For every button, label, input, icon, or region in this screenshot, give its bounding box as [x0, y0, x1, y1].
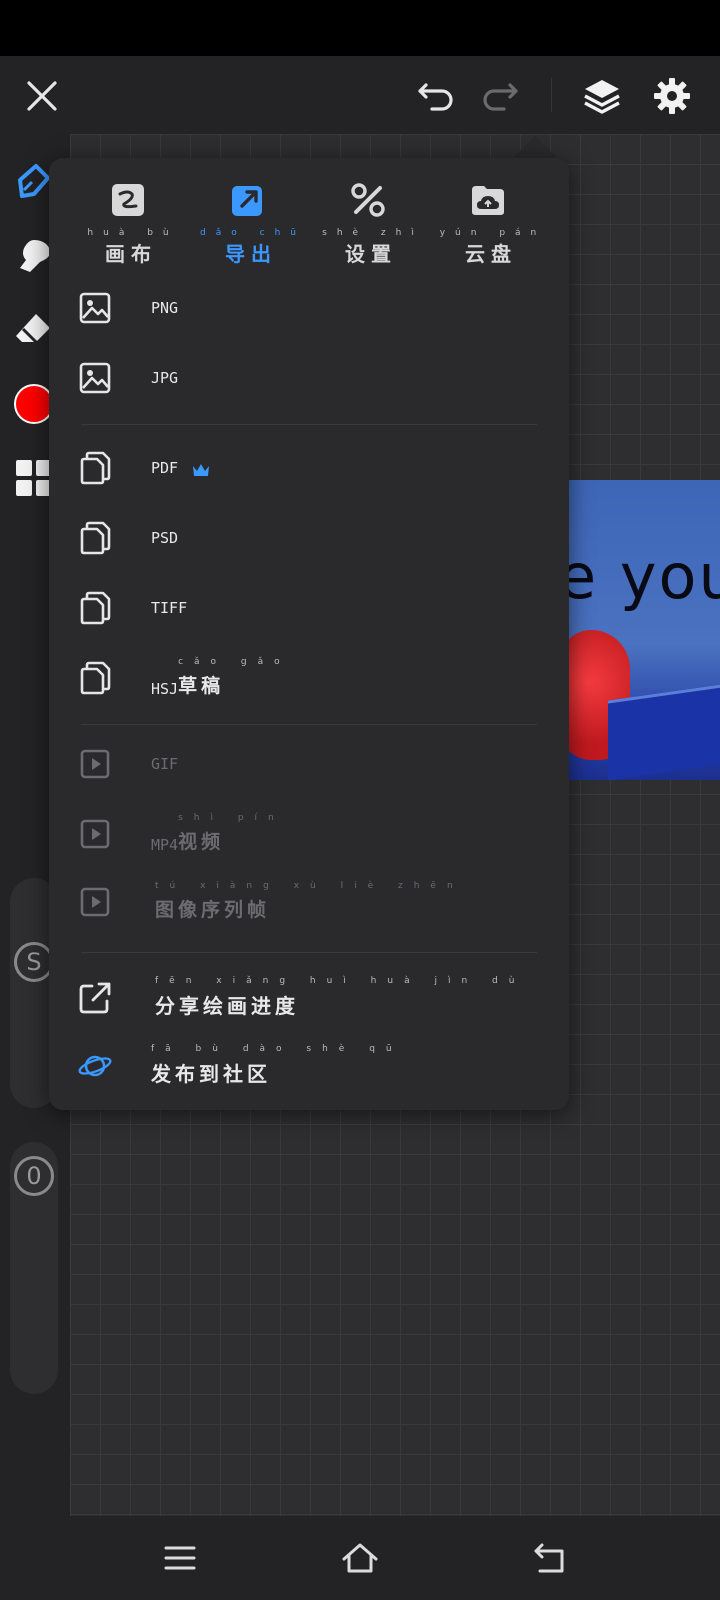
image-icon [79, 362, 111, 394]
tab-export-pinyin: dǎo chū [200, 228, 306, 238]
share-drawing-progress[interactable]: fēn xiǎng huì huà jìn dù 分享绘画进度 [77, 970, 537, 1026]
system-nav-bar [0, 1516, 720, 1600]
tab-settings-pinyin: shè zhì [322, 228, 424, 238]
publish-to-community-label: 发布到社区 [151, 1061, 271, 1086]
top-toolbar [0, 56, 720, 134]
share-drawing-progress-label: 分享绘画进度 [155, 993, 299, 1018]
share-external-icon [79, 982, 111, 1014]
planet-icon [78, 1055, 112, 1077]
play-video-icon [80, 819, 110, 849]
export-menu: huà bù 画布 dǎo chū 导出 shè zhì 设置 yún pán … [49, 158, 569, 1110]
cloud-upload-icon [472, 186, 504, 215]
close-icon [27, 81, 57, 111]
undo-icon [418, 83, 453, 111]
export-image-sequence-label: 图像序列帧 [155, 898, 271, 921]
crown-icon [193, 464, 210, 476]
tab-settings-label: 设置 [345, 242, 397, 266]
tab-cloud[interactable]: yún pán 云盘 [440, 172, 536, 276]
brush-opacity-knob[interactable]: 0 [14, 1156, 54, 1196]
close-button[interactable] [20, 74, 64, 118]
menu-divider [81, 424, 537, 425]
export-image-sequence[interactable]: tú xiàng xù liè zhēn 图像序列帧 [77, 874, 537, 930]
toolbar-divider [551, 78, 552, 112]
play-video-icon [80, 749, 110, 779]
export-pdf[interactable]: PDF [77, 440, 537, 496]
document-copy-icon [80, 591, 111, 625]
export-hsj-pinyin: cǎo gǎo [178, 656, 291, 667]
export-tiff[interactable]: TIFF [77, 580, 537, 636]
play-video-icon [80, 887, 110, 917]
back-icon [534, 1543, 564, 1573]
export-mp4-pinyin: shì pín [178, 812, 285, 823]
canvas-artwork: e you [558, 480, 720, 780]
export-gif-label: GIF [151, 755, 179, 773]
export-mp4-label: 视频 [178, 830, 225, 853]
publish-to-community-pinyin: fā bù dào shè qū [151, 1043, 403, 1054]
export-psd-label: PSD [151, 529, 179, 547]
export-png[interactable]: PNG [77, 280, 537, 336]
menu-divider [81, 724, 537, 725]
export-hsj-prefix: HSJ [151, 679, 179, 698]
layers-button[interactable] [580, 74, 624, 118]
hamburger-menu-icon [164, 1546, 196, 1570]
grid-icon [16, 460, 52, 496]
export-tiff-label: TIFF [151, 599, 188, 617]
tab-canvas-label: 画布 [105, 242, 157, 266]
brush-icon [18, 164, 50, 198]
export-hsj-label: 草稿 [178, 674, 225, 697]
status-bar [0, 0, 720, 56]
document-copy-icon [80, 661, 111, 695]
export-image-sequence-pinyin: tú xiàng xù liè zhēn [155, 880, 464, 891]
home-nav-button[interactable] [338, 1536, 382, 1580]
tab-export-label: 导出 [225, 242, 277, 266]
brush-size-knob[interactable]: S [14, 942, 54, 982]
export-hsj-draft[interactable]: HSJ cǎo gǎo 草稿 [77, 650, 537, 706]
redo-icon [483, 83, 518, 111]
current-color-swatch [14, 384, 54, 424]
document-copy-icon [80, 521, 111, 555]
export-gif[interactable]: GIF [77, 736, 537, 792]
menu-divider [81, 952, 537, 953]
home-icon [342, 1543, 378, 1573]
artwork-text: e you [558, 540, 720, 613]
tab-canvas-pinyin: huà bù [87, 228, 179, 238]
document-copy-icon [80, 451, 111, 485]
menu-nav-button[interactable] [158, 1536, 202, 1580]
publish-to-community[interactable]: fā bù dào shè qū 发布到社区 [77, 1038, 537, 1094]
tab-export[interactable]: dǎo chū 导出 [200, 172, 296, 276]
gear-icon [654, 78, 690, 114]
tools-icon [351, 183, 385, 217]
back-nav-button[interactable] [528, 1536, 572, 1580]
undo-button[interactable] [414, 74, 458, 118]
export-mp4-video[interactable]: MP4 shì pín 视频 [77, 806, 537, 862]
tab-canvas[interactable]: huà bù 画布 [83, 172, 173, 276]
layers-icon [584, 80, 620, 114]
tab-settings[interactable]: shè zhì 设置 [322, 172, 414, 276]
export-psd[interactable]: PSD [77, 510, 537, 566]
menu-tabs: huà bù 画布 dǎo chū 导出 shè zhì 设置 yún pán … [49, 172, 569, 276]
export-pdf-label: PDF [151, 459, 179, 477]
export-jpg-label: JPG [151, 369, 179, 387]
export-png-label: PNG [151, 299, 179, 317]
export-mp4-prefix: MP4 [151, 835, 179, 854]
export-jpg[interactable]: JPG [77, 350, 537, 406]
tab-cloud-label: 云盘 [465, 242, 517, 266]
redo-button[interactable] [478, 74, 522, 118]
smudge-icon [20, 240, 50, 272]
settings-button[interactable] [650, 74, 694, 118]
export-icon [232, 186, 262, 216]
tab-cloud-pinyin: yún pán [439, 228, 547, 238]
image-icon [79, 292, 111, 324]
eraser-icon [16, 314, 50, 345]
share-drawing-progress-pinyin: fēn xiǎng huì huà jìn dù [155, 975, 526, 986]
canvas-icon [112, 184, 144, 216]
